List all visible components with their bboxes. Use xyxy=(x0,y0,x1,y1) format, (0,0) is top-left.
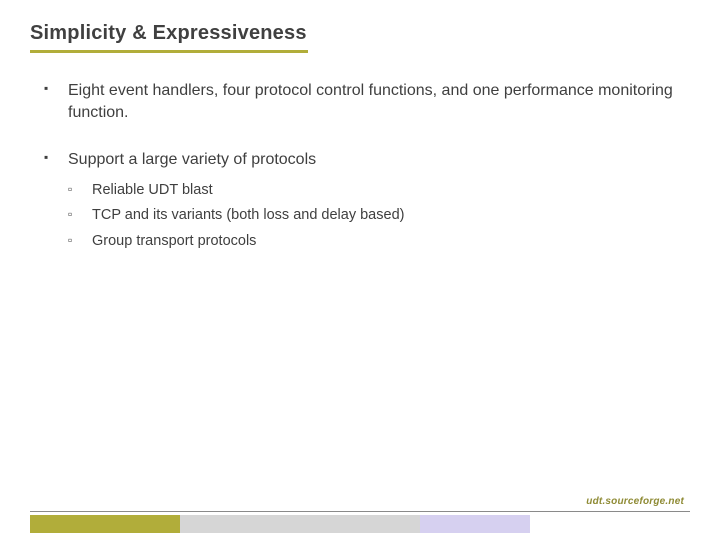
bullet-list-level2: Reliable UDT blast TCP and its variants … xyxy=(68,181,676,252)
list-item-text: Reliable UDT blast xyxy=(92,182,213,198)
list-item: Group transport protocols xyxy=(68,232,676,252)
title-underline xyxy=(30,50,308,53)
title-wrap: Simplicity & Expressiveness xyxy=(30,22,307,45)
bullet-list-level1: Eight event handlers, four protocol cont… xyxy=(44,80,676,251)
list-item-text: Group transport protocols xyxy=(92,233,256,249)
footer-bar-segment-gray xyxy=(180,515,420,533)
list-item: TCP and its variants (both loss and dela… xyxy=(68,206,676,226)
list-item: Reliable UDT blast xyxy=(68,181,676,201)
footer-bar-segment-olive xyxy=(30,515,180,533)
list-item-text: TCP and its variants (both loss and dela… xyxy=(92,207,404,223)
footer-rule xyxy=(30,511,690,512)
footer-url: udt.sourceforge.net xyxy=(586,496,684,507)
footer-color-bar xyxy=(30,515,530,533)
content-area: Eight event handlers, four protocol cont… xyxy=(44,80,676,277)
list-item-text: Eight event handlers, four protocol cont… xyxy=(68,82,673,121)
slide: Simplicity & Expressiveness Eight event … xyxy=(0,0,720,540)
footer-bar-segment-lavender xyxy=(420,515,530,533)
list-item: Eight event handlers, four protocol cont… xyxy=(44,80,676,123)
slide-title: Simplicity & Expressiveness xyxy=(30,22,307,45)
list-item-text: Support a large variety of protocols xyxy=(68,151,316,168)
list-item: Support a large variety of protocols Rel… xyxy=(44,149,676,251)
